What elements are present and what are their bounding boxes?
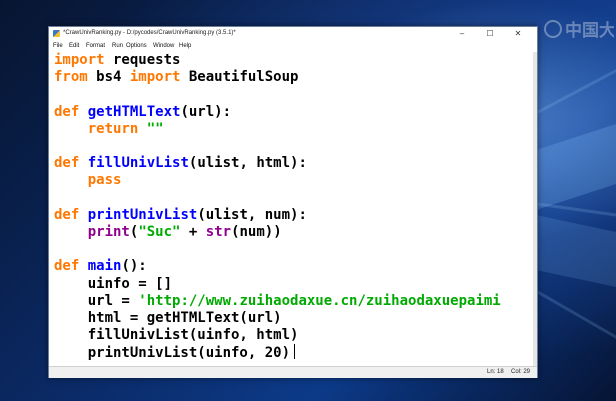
- code-line[interactable]: fillUnivList(uinfo, html): [54, 327, 299, 344]
- close-button[interactable]: ✕: [505, 27, 531, 41]
- code-token: fillUnivList: [87, 155, 189, 172]
- maximize-button[interactable]: ☐: [477, 27, 503, 41]
- code-line[interactable]: printUnivList(uinfo, 20): [54, 344, 296, 362]
- code-line[interactable]: return "": [54, 121, 164, 138]
- code-token: bs4: [87, 69, 130, 86]
- vertical-scrollbar[interactable]: [533, 52, 537, 366]
- light-beam: [536, 215, 616, 288]
- menu-help[interactable]: Help: [179, 43, 191, 49]
- code-token: "Suc": [138, 224, 181, 240]
- code-token: +: [180, 224, 206, 240]
- code-token: import: [54, 52, 105, 68]
- code-token: str: [205, 224, 232, 240]
- line-number-status: Ln: 18: [487, 369, 504, 375]
- code-token: (ulist, num):: [197, 206, 307, 223]
- code-token: 'http://www.zuihaodaxue.cn/zuihaodaxuepa…: [138, 292, 501, 309]
- text-cursor: [294, 344, 296, 360]
- title-bar[interactable]: *CrawUnivRanking.py - D:/pycodes/CrawUni…: [49, 27, 537, 41]
- code-token: html = getHTMLText(url): [54, 310, 282, 326]
- code-token: def: [54, 258, 80, 275]
- code-token: BeautifulSoup: [180, 69, 299, 86]
- code-line[interactable]: def main():: [54, 258, 147, 275]
- code-token: printUnivList: [87, 206, 198, 223]
- python-app-icon: [53, 30, 60, 37]
- code-token: main: [87, 258, 122, 275]
- university-logo-icon: [544, 20, 562, 38]
- code-token: printUnivList(uinfo, 20): [54, 345, 291, 362]
- minimize-button[interactable]: –: [449, 27, 475, 41]
- window-title: *CrawUnivRanking.py - D:/pycodes/CrawUni…: [63, 30, 236, 36]
- code-token: fillUnivList(uinfo, html): [54, 327, 299, 344]
- code-token: (num)): [231, 224, 282, 240]
- code-token: pass: [87, 172, 122, 189]
- code-line[interactable]: url = 'http://www.zuihaodaxue.cn/zuihaod…: [54, 293, 501, 310]
- code-line[interactable]: from bs4 import BeautifulSoup: [54, 69, 298, 86]
- code-line[interactable]: print("Suc" + str(num)): [54, 224, 282, 241]
- menu-window[interactable]: Window: [153, 43, 174, 49]
- code-line[interactable]: html = getHTMLText(url): [54, 310, 282, 327]
- code-token: (url):: [180, 103, 232, 120]
- code-token: def: [54, 206, 80, 223]
- code-token: return: [87, 120, 139, 137]
- code-token: def: [54, 155, 80, 172]
- code-line[interactable]: pass: [54, 172, 122, 189]
- watermark: 中国大学: [544, 16, 614, 38]
- code-token: (ulist, html):: [188, 155, 307, 172]
- menu-edit[interactable]: Edit: [69, 43, 79, 49]
- watermark-text: 中国大学: [565, 21, 614, 38]
- code-line[interactable]: def fillUnivList(ulist, html):: [54, 155, 307, 172]
- menu-file[interactable]: File: [53, 43, 63, 49]
- code-line[interactable]: def getHTMLText(url):: [54, 104, 231, 121]
- code-line[interactable]: import requests: [54, 52, 180, 69]
- code-editor[interactable]: import requests from bs4 import Beautiful…: [49, 52, 537, 366]
- code-line[interactable]: def printUnivList(ulist, num):: [54, 207, 307, 224]
- code-token: "": [146, 120, 164, 137]
- idle-editor-window[interactable]: *CrawUnivRanking.py - D:/pycodes/CrawUni…: [48, 26, 538, 378]
- code-token: uinfo = []: [54, 275, 173, 292]
- column-number-status: Col: 29: [511, 369, 531, 375]
- menu-bar: File Edit Format Run Options Window Help: [49, 41, 537, 52]
- code-token: import: [129, 69, 181, 86]
- menu-options[interactable]: Options: [126, 43, 147, 49]
- code-token: print: [87, 224, 130, 240]
- menu-run[interactable]: Run: [112, 43, 123, 49]
- code-token: url =: [54, 292, 139, 309]
- code-line[interactable]: uinfo = []: [54, 276, 172, 293]
- code-token: requests: [104, 52, 181, 68]
- code-token: def: [54, 103, 80, 120]
- menu-format[interactable]: Format: [86, 43, 105, 49]
- code-token: from: [54, 69, 88, 86]
- code-token: getHTMLText: [87, 103, 181, 120]
- light-beam: [536, 124, 616, 210]
- status-bar: Ln: 18 Col: 29: [49, 366, 537, 378]
- code-token: ():: [121, 258, 147, 275]
